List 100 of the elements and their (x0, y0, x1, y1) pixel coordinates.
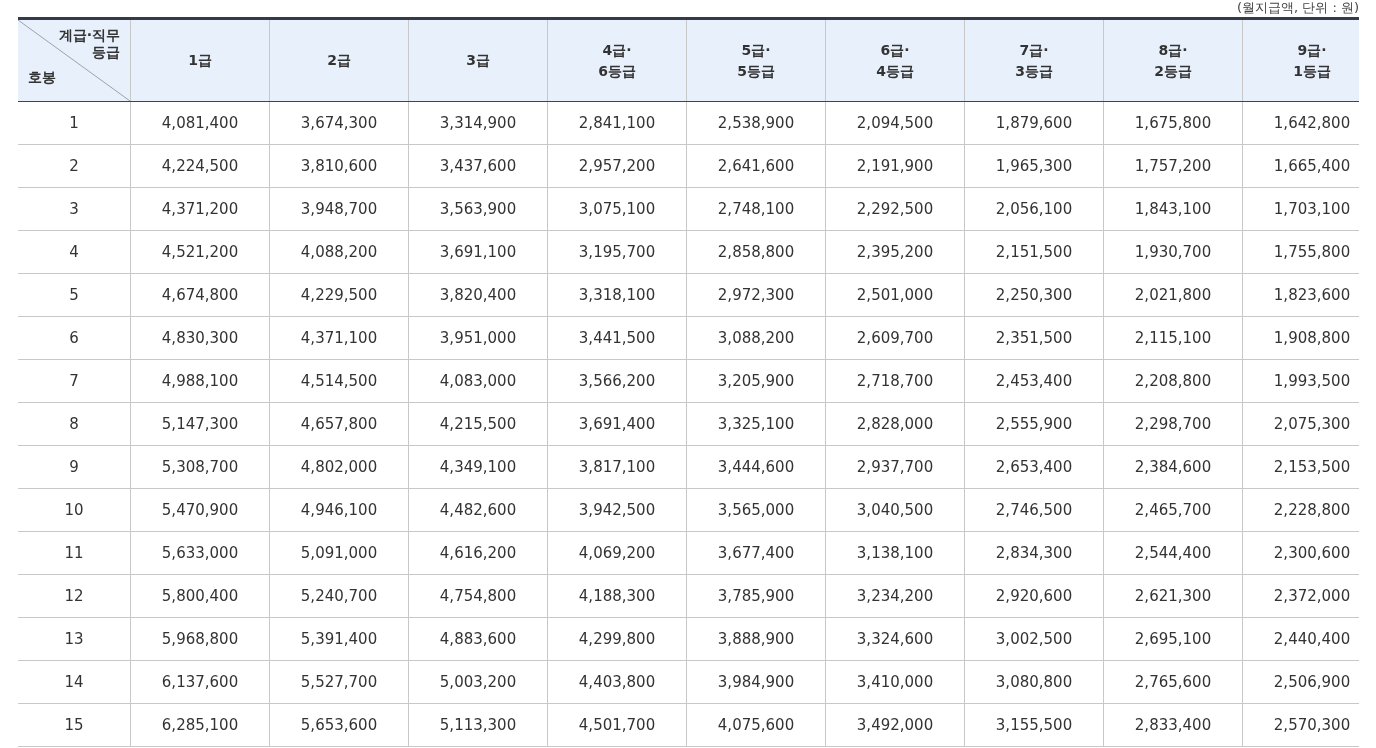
salary-cell: 2,292,500 (825, 187, 965, 231)
salary-cell: 4,754,800 (408, 574, 548, 618)
salary-cell: 3,888,900 (686, 617, 826, 661)
salary-cell: 4,229,500 (269, 273, 409, 317)
salary-cell: 4,215,500 (408, 402, 548, 446)
unit-caption: (월지급액, 단위 : 원) (1236, 0, 1359, 16)
salary-cell: 3,984,900 (686, 660, 826, 704)
salary-cell: 3,563,900 (408, 187, 548, 231)
column-header: 7급· 3등급 (964, 18, 1104, 102)
salary-cell: 2,957,200 (547, 144, 687, 188)
salary-cell: 2,972,300 (686, 273, 826, 317)
salary-cell: 4,674,800 (130, 273, 270, 317)
salary-cell: 3,444,600 (686, 445, 826, 489)
salary-cell: 4,088,200 (269, 230, 409, 274)
salary-cell: 5,968,800 (130, 617, 270, 661)
salary-cell: 4,075,600 (686, 703, 826, 747)
salary-cell: 2,748,100 (686, 187, 826, 231)
salary-cell: 3,942,500 (547, 488, 687, 532)
salary-cell: 4,988,100 (130, 359, 270, 403)
salary-cell: 5,653,600 (269, 703, 409, 747)
salary-cell: 1,703,100 (1242, 187, 1359, 231)
salary-cell: 2,021,800 (1103, 273, 1243, 317)
column-header: 1급 (130, 18, 270, 102)
salary-cell: 2,440,400 (1242, 617, 1359, 661)
salary-cell: 2,384,600 (1103, 445, 1243, 489)
salary-cell: 3,080,800 (964, 660, 1104, 704)
salary-cell: 1,843,100 (1103, 187, 1243, 231)
step-cell: 9 (18, 445, 131, 489)
step-cell: 15 (18, 703, 131, 747)
salary-cell: 4,830,300 (130, 316, 270, 360)
salary-cell: 2,372,000 (1242, 574, 1359, 618)
salary-cell: 3,810,600 (269, 144, 409, 188)
salary-cell: 4,657,800 (269, 402, 409, 446)
step-cell: 13 (18, 617, 131, 661)
column-header: 2급 (269, 18, 409, 102)
salary-cell: 3,948,700 (269, 187, 409, 231)
salary-cell: 6,285,100 (130, 703, 270, 747)
column-header: 8급· 2등급 (1103, 18, 1243, 102)
salary-cell: 2,250,300 (964, 273, 1104, 317)
step-cell: 1 (18, 101, 131, 145)
salary-cell: 5,147,300 (130, 402, 270, 446)
salary-cell: 2,858,800 (686, 230, 826, 274)
column-header: 4급· 6등급 (547, 18, 687, 102)
salary-cell: 3,324,600 (825, 617, 965, 661)
salary-cell: 2,506,900 (1242, 660, 1359, 704)
step-cell: 11 (18, 531, 131, 575)
salary-cell: 2,609,700 (825, 316, 965, 360)
salary-cell: 5,308,700 (130, 445, 270, 489)
salary-cell: 2,153,500 (1242, 445, 1359, 489)
salary-cell: 3,234,200 (825, 574, 965, 618)
salary-cell: 4,371,200 (130, 187, 270, 231)
salary-cell: 1,757,200 (1103, 144, 1243, 188)
salary-cell: 2,937,700 (825, 445, 965, 489)
column-header: 5급· 5등급 (686, 18, 826, 102)
salary-cell: 2,544,400 (1103, 531, 1243, 575)
step-cell: 3 (18, 187, 131, 231)
salary-cell: 2,621,300 (1103, 574, 1243, 618)
salary-cell: 6,137,600 (130, 660, 270, 704)
salary-cell: 3,040,500 (825, 488, 965, 532)
salary-cell: 4,521,200 (130, 230, 270, 274)
salary-cell: 3,677,400 (686, 531, 826, 575)
salary-cell: 1,930,700 (1103, 230, 1243, 274)
step-cell: 2 (18, 144, 131, 188)
salary-cell: 2,465,700 (1103, 488, 1243, 532)
salary-cell: 3,566,200 (547, 359, 687, 403)
salary-cell: 2,834,300 (964, 531, 1104, 575)
salary-cell: 3,785,900 (686, 574, 826, 618)
salary-cell: 3,441,500 (547, 316, 687, 360)
salary-cell: 4,349,100 (408, 445, 548, 489)
salary-cell: 1,879,600 (964, 101, 1104, 145)
salary-cell: 4,299,800 (547, 617, 687, 661)
salary-cell: 1,642,800 (1242, 101, 1359, 145)
salary-cell: 3,002,500 (964, 617, 1104, 661)
salary-cell: 3,318,100 (547, 273, 687, 317)
salary-cell: 3,674,300 (269, 101, 409, 145)
salary-cell: 1,993,500 (1242, 359, 1359, 403)
salary-cell: 4,946,100 (269, 488, 409, 532)
salary-cell: 3,565,000 (686, 488, 826, 532)
salary-cell: 1,665,400 (1242, 144, 1359, 188)
salary-cell: 4,083,000 (408, 359, 548, 403)
salary-cell: 4,403,800 (547, 660, 687, 704)
salary-cell: 2,094,500 (825, 101, 965, 145)
salary-cell: 3,325,100 (686, 402, 826, 446)
salary-cell: 1,823,600 (1242, 273, 1359, 317)
salary-cell: 2,718,700 (825, 359, 965, 403)
salary-cell: 1,908,800 (1242, 316, 1359, 360)
step-cell: 5 (18, 273, 131, 317)
salary-cell: 2,841,100 (547, 101, 687, 145)
step-cell: 4 (18, 230, 131, 274)
salary-cell: 2,765,600 (1103, 660, 1243, 704)
salary-cell: 4,371,100 (269, 316, 409, 360)
salary-cell: 2,653,400 (964, 445, 1104, 489)
salary-cell: 3,492,000 (825, 703, 965, 747)
step-cell: 10 (18, 488, 131, 532)
salary-cell: 2,395,200 (825, 230, 965, 274)
salary-cell: 2,746,500 (964, 488, 1104, 532)
salary-cell: 5,527,700 (269, 660, 409, 704)
salary-cell: 2,695,100 (1103, 617, 1243, 661)
salary-cell: 5,003,200 (408, 660, 548, 704)
salary-cell: 3,314,900 (408, 101, 548, 145)
